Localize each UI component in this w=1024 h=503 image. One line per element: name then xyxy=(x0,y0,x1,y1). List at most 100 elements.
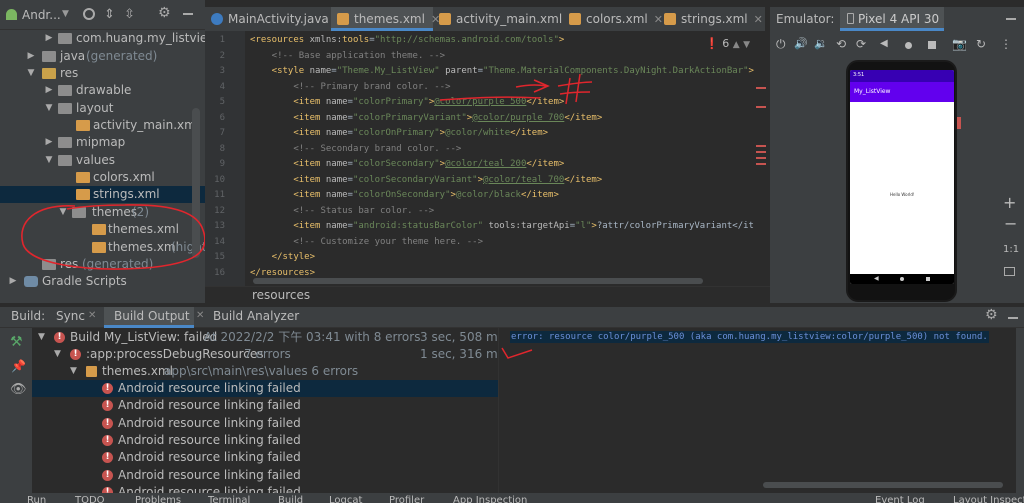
rotate-left-icon[interactable]: ⟲ xyxy=(836,37,846,51)
gear-icon[interactable]: ⚙ xyxy=(158,5,171,21)
eye-icon[interactable]: 👁 xyxy=(10,382,27,397)
volume-down-icon[interactable]: 🔉 xyxy=(814,37,828,50)
xml-file-icon xyxy=(337,13,349,25)
home-icon[interactable] xyxy=(905,42,912,49)
tab-themes-xml[interactable]: themes.xml ✕ xyxy=(331,7,440,31)
error-stripe[interactable] xyxy=(756,106,766,108)
tab-sync[interactable]: Sync xyxy=(56,309,85,323)
tab-colors[interactable]: colors.xml ✕ xyxy=(563,7,663,31)
snapshot-icon[interactable]: ↻ xyxy=(976,37,986,51)
home-icon[interactable] xyxy=(900,277,904,281)
build-row-error[interactable]: Android resource linking failed xyxy=(32,380,498,397)
project-header: Andr... ▼ ⇕ ⇳ ⚙ xyxy=(0,0,205,30)
tree-item-activity-main[interactable]: activity_main.xml xyxy=(0,117,205,134)
build-row-root[interactable]: ▼ Build My_ListView: failed At 2022/2/2 … xyxy=(32,329,498,346)
expand-icon[interactable]: ⇳ xyxy=(124,7,135,22)
tab-label: colors.xml xyxy=(586,12,648,26)
code-token: name xyxy=(325,221,348,231)
camera-icon[interactable]: 📷 xyxy=(952,37,967,51)
pin-icon[interactable]: 📌 xyxy=(11,359,26,373)
code-token: > xyxy=(748,66,754,76)
error-stripe[interactable] xyxy=(756,163,766,165)
build-row-error[interactable]: Android resource linking failed xyxy=(32,415,498,432)
tool-build[interactable]: Build xyxy=(278,495,303,503)
build-row-error[interactable]: Android resource linking failed xyxy=(32,449,498,466)
code-token: <item xyxy=(250,221,326,231)
output-scrollbar[interactable] xyxy=(763,482,1003,488)
fit-screen-icon[interactable] xyxy=(1004,267,1015,276)
tree-item-package[interactable]: ▶ com.huang.my_listview xyxy=(0,30,205,47)
minimize-icon[interactable] xyxy=(183,13,193,15)
error-icon xyxy=(54,330,65,344)
tab-strings[interactable]: strings.xml ✕ xyxy=(658,7,763,31)
tab-sync-close[interactable]: ✕ xyxy=(88,310,96,321)
tree-item-mipmap[interactable]: ▶ mipmap xyxy=(0,134,205,151)
tree-item-label: values xyxy=(76,153,116,167)
chevron-down-icon[interactable]: ▼ xyxy=(743,40,750,50)
tool-app-inspection[interactable]: App Inspection xyxy=(453,495,527,503)
build-row-task[interactable]: ▼ :app:processDebugResources 7 errors 1 … xyxy=(32,346,498,363)
hammer-icon[interactable]: ⚒ xyxy=(10,334,23,350)
error-stripe[interactable] xyxy=(756,87,766,89)
error-stripe[interactable] xyxy=(756,151,766,153)
app-title: My_ListView xyxy=(854,88,891,95)
tab-build-analyzer[interactable]: Build Analyzer xyxy=(213,309,299,323)
gear-icon[interactable]: ⚙ xyxy=(985,307,998,323)
zoom-in-icon[interactable]: + xyxy=(1003,193,1016,212)
tab-activity-main[interactable]: activity_main.xml✕ xyxy=(433,7,577,31)
tree-item-values[interactable]: ▼ values xyxy=(0,152,205,169)
project-title[interactable]: Andr... xyxy=(22,8,61,22)
output-side-toolbar xyxy=(1016,328,1024,493)
back-icon[interactable]: ◀ xyxy=(874,275,879,282)
tab-build-output-close[interactable]: ✕ xyxy=(196,310,204,321)
tree-item-drawable[interactable]: ▶ drawable xyxy=(0,82,205,99)
dropdown-icon[interactable]: ▼ xyxy=(62,9,69,19)
build-output-text[interactable]: error: resource color/purple_500 (aka co… xyxy=(510,331,989,343)
zoom-out-icon[interactable]: − xyxy=(1004,214,1017,233)
error-stripe[interactable] xyxy=(756,157,766,159)
build-row-error[interactable]: Android resource linking failed xyxy=(32,397,498,414)
tool-layout-inspector[interactable]: Layout Inspector xyxy=(953,495,1024,503)
zoom-actual-size[interactable]: 1:1 xyxy=(1003,244,1019,255)
power-icon[interactable]: ⏻ xyxy=(776,37,786,52)
tool-problems[interactable]: Problems xyxy=(135,495,181,503)
volume-up-icon[interactable]: 🔊 xyxy=(794,37,808,50)
tree-item-java-generated[interactable]: ▶ java (generated) xyxy=(0,48,205,65)
tool-todo[interactable]: TODO xyxy=(75,495,105,503)
back-icon[interactable]: ◀ xyxy=(880,38,888,49)
tool-terminal[interactable]: Terminal xyxy=(208,495,250,503)
tree-item-gradle[interactable]: ▶ Gradle Scripts xyxy=(0,273,205,290)
build-row-error[interactable]: Android resource linking failed xyxy=(32,467,498,484)
tool-profiler[interactable]: Profiler xyxy=(389,495,424,503)
editor-tabs: MainActivity.java✕ themes.xml✕ activity_… xyxy=(205,7,765,31)
tool-run[interactable]: Run xyxy=(27,495,46,503)
build-row-error[interactable]: Android resource linking failed xyxy=(32,432,498,449)
close-icon[interactable]: ✕ xyxy=(754,13,763,26)
build-output[interactable]: error: resource color/purple_500 (aka co… xyxy=(498,328,1016,493)
build-row-label: Android resource linking failed xyxy=(118,416,301,430)
minimize-icon[interactable] xyxy=(1008,317,1018,319)
more-icon[interactable]: ⋮ xyxy=(1000,37,1012,51)
annotation-check xyxy=(501,347,533,359)
phone-screen[interactable]: 3:51 My_ListView Hello World! ◀ xyxy=(850,70,954,284)
tree-item-colors[interactable]: colors.xml xyxy=(0,169,205,186)
tool-event-log[interactable]: Event Log xyxy=(875,495,925,503)
breadcrumb[interactable]: resources xyxy=(205,286,770,303)
horizontal-scrollbar[interactable] xyxy=(253,278,703,284)
chevron-up-icon[interactable]: ▲ xyxy=(733,40,740,50)
tree-item-layout[interactable]: ▼ layout xyxy=(0,100,205,117)
tab-main-activity[interactable]: MainActivity.java✕ xyxy=(205,7,344,31)
overview-icon[interactable] xyxy=(926,277,930,281)
overview-icon[interactable] xyxy=(928,41,936,49)
tree-item-res[interactable]: ▼ res xyxy=(0,65,205,82)
target-icon[interactable] xyxy=(83,8,95,20)
build-row-error[interactable]: Android resource linking failed xyxy=(32,484,498,493)
error-stripe[interactable] xyxy=(756,145,766,147)
tool-logcat[interactable]: Logcat xyxy=(329,495,362,503)
collapse-icon[interactable]: ⇕ xyxy=(104,7,115,22)
build-row-file[interactable]: ▼ themes.xml app\src\main\res\values 6 e… xyxy=(32,363,498,380)
rotate-right-icon[interactable]: ⟳ xyxy=(856,37,866,51)
inspection-widget[interactable]: ❗ 6 ▲ ▼ xyxy=(705,37,750,50)
chevron-right-icon: ▶ xyxy=(9,276,17,286)
minimize-icon[interactable] xyxy=(1006,18,1016,20)
